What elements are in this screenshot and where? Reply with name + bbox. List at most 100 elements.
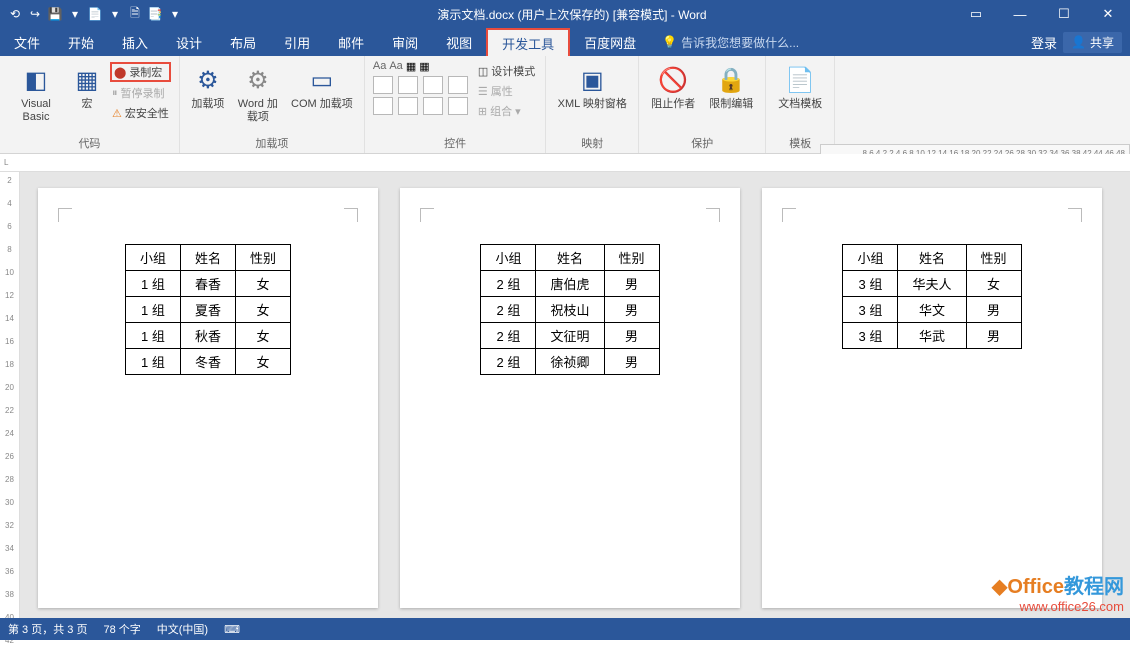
print-icon[interactable]: 📑 xyxy=(146,5,164,23)
xml-mapping-button[interactable]: ▣XML 映射窗格 xyxy=(554,60,630,111)
table-cell[interactable]: 2 组 xyxy=(481,271,536,297)
block-authors-button[interactable]: 🚫阻止作者 xyxy=(647,60,699,111)
tab-视图[interactable]: 视图 xyxy=(432,28,486,56)
table-cell[interactable]: 2 组 xyxy=(481,349,536,375)
share-button[interactable]: 👤共享 xyxy=(1063,32,1122,53)
properties-button[interactable]: ☰属性 xyxy=(476,82,537,100)
tab-插入[interactable]: 插入 xyxy=(108,28,162,56)
table-row[interactable]: 3 组华文男 xyxy=(843,297,1021,323)
table-row[interactable]: 1 组冬香女 xyxy=(125,349,290,375)
table-row[interactable]: 2 组唐伯虎男 xyxy=(481,271,659,297)
tab-文件[interactable]: 文件 xyxy=(0,28,54,56)
com-addins-button[interactable]: ▭COM 加载项 xyxy=(288,60,356,111)
table-cell[interactable]: 3 组 xyxy=(843,271,898,297)
table-cell[interactable]: 华文 xyxy=(898,297,966,323)
table-cell[interactable]: 2 组 xyxy=(481,297,536,323)
table-cell[interactable]: 徐祯卿 xyxy=(536,349,604,375)
qat-dropdown-icon[interactable]: ▾ xyxy=(66,5,84,23)
table-cell[interactable]: 1 组 xyxy=(125,297,180,323)
ime-status[interactable]: ⌨ xyxy=(224,623,240,636)
table-header-cell[interactable]: 小组 xyxy=(481,245,536,271)
tab-设计[interactable]: 设计 xyxy=(162,28,216,56)
addins-button[interactable]: ⚙加载项 xyxy=(188,60,228,111)
table-row[interactable]: 1 组春香女 xyxy=(125,271,290,297)
tab-开始[interactable]: 开始 xyxy=(54,28,108,56)
table-row[interactable]: 1 组秋香女 xyxy=(125,323,290,349)
table-cell[interactable]: 女 xyxy=(236,297,291,323)
table-cell[interactable]: 冬香 xyxy=(180,349,235,375)
data-table-2[interactable]: 小组姓名性别2 组唐伯虎男2 组祝枝山男2 组文征明男2 组徐祯卿男 xyxy=(480,244,659,375)
data-table-1[interactable]: 小组姓名性别1 组春香女1 组夏香女1 组秋香女1 组冬香女 xyxy=(125,244,291,375)
table-header-cell[interactable]: 小组 xyxy=(125,245,180,271)
maximize-button[interactable]: ☐ xyxy=(1042,0,1086,28)
macros-button[interactable]: ▦宏 xyxy=(70,60,104,111)
close-button[interactable]: ✕ xyxy=(1086,0,1130,28)
qat-dropdown3-icon[interactable]: ▾ xyxy=(166,5,184,23)
page-count[interactable]: 第 3 页，共 3 页 xyxy=(8,621,87,637)
table-header-cell[interactable]: 姓名 xyxy=(180,245,235,271)
table-cell[interactable]: 华武 xyxy=(898,323,966,349)
qat-dropdown2-icon[interactable]: ▾ xyxy=(106,5,124,23)
table-cell[interactable]: 男 xyxy=(966,323,1021,349)
table-cell[interactable]: 夏香 xyxy=(180,297,235,323)
table-row[interactable]: 2 组文征明男 xyxy=(481,323,659,349)
table-cell[interactable]: 男 xyxy=(966,297,1021,323)
table-header-cell[interactable]: 性别 xyxy=(604,245,659,271)
table-cell[interactable]: 女 xyxy=(236,271,291,297)
table-row[interactable]: 2 组徐祯卿男 xyxy=(481,349,659,375)
macro-security-button[interactable]: ⚠宏安全性 xyxy=(110,104,171,122)
language-status[interactable]: 中文(中国) xyxy=(157,621,208,637)
table-cell[interactable]: 唐伯虎 xyxy=(536,271,604,297)
undo-icon[interactable]: ⟲ xyxy=(6,5,24,23)
table-cell[interactable]: 1 组 xyxy=(125,349,180,375)
visual-basic-button[interactable]: ◧Visual Basic xyxy=(8,60,64,124)
table-cell[interactable]: 1 组 xyxy=(125,271,180,297)
table-cell[interactable]: 3 组 xyxy=(843,323,898,349)
page-3[interactable]: 小组姓名性别3 组华夫人女3 组华文男3 组华武男 xyxy=(762,188,1102,608)
vertical-ruler[interactable]: 24681012141618202224262830323436384042 xyxy=(0,172,20,622)
redo-icon[interactable]: ↪ xyxy=(26,5,44,23)
word-addins-button[interactable]: ⚙Word 加载项 xyxy=(234,60,282,124)
minimize-button[interactable]: — xyxy=(998,0,1042,28)
table-cell[interactable]: 1 组 xyxy=(125,323,180,349)
tab-审阅[interactable]: 审阅 xyxy=(378,28,432,56)
tab-百度网盘[interactable]: 百度网盘 xyxy=(570,28,650,56)
ribbon-options-icon[interactable]: ▭ xyxy=(954,0,998,28)
table-header-cell[interactable]: 姓名 xyxy=(536,245,604,271)
horizontal-ruler[interactable]: L xyxy=(0,154,1130,172)
tell-me-search[interactable]: 💡 告诉我您想要做什么... xyxy=(662,34,799,51)
tab-开发工具[interactable]: 开发工具 xyxy=(486,28,570,56)
tab-邮件[interactable]: 邮件 xyxy=(324,28,378,56)
table-cell[interactable]: 男 xyxy=(604,297,659,323)
table-cell[interactable]: 男 xyxy=(604,271,659,297)
data-table-3[interactable]: 小组姓名性别3 组华夫人女3 组华文男3 组华武男 xyxy=(842,244,1021,349)
table-row[interactable]: 3 组华夫人女 xyxy=(843,271,1021,297)
table-cell[interactable]: 祝枝山 xyxy=(536,297,604,323)
controls-gallery[interactable] xyxy=(373,76,470,115)
tab-引用[interactable]: 引用 xyxy=(270,28,324,56)
doc-icon[interactable]: 🗎 xyxy=(126,5,144,23)
document-template-button[interactable]: 📄文档模板 xyxy=(774,60,826,111)
table-cell[interactable]: 3 组 xyxy=(843,297,898,323)
table-row[interactable]: 2 组祝枝山男 xyxy=(481,297,659,323)
table-cell[interactable]: 女 xyxy=(236,323,291,349)
table-row[interactable]: 3 组华武男 xyxy=(843,323,1021,349)
save-icon[interactable]: 💾 xyxy=(46,5,64,23)
table-cell[interactable]: 华夫人 xyxy=(898,271,966,297)
group-button[interactable]: ⊞组合▾ xyxy=(476,102,537,120)
table-header-cell[interactable]: 性别 xyxy=(966,245,1021,271)
table-header-cell[interactable]: 性别 xyxy=(236,245,291,271)
record-macro-button[interactable]: ⬤录制宏 xyxy=(110,62,171,82)
tab-布局[interactable]: 布局 xyxy=(216,28,270,56)
page-1[interactable]: 小组姓名性别1 组春香女1 组夏香女1 组秋香女1 组冬香女 xyxy=(38,188,378,608)
restrict-editing-button[interactable]: 🔒限制编辑 xyxy=(705,60,757,111)
table-row[interactable]: 1 组夏香女 xyxy=(125,297,290,323)
table-header-cell[interactable]: 姓名 xyxy=(898,245,966,271)
table-header-cell[interactable]: 小组 xyxy=(843,245,898,271)
pause-recording-button[interactable]: ⏸暂停录制 xyxy=(110,84,171,102)
new-doc-icon[interactable]: 📄 xyxy=(86,5,104,23)
table-cell[interactable]: 女 xyxy=(236,349,291,375)
table-cell[interactable]: 男 xyxy=(604,323,659,349)
table-cell[interactable]: 男 xyxy=(604,349,659,375)
table-cell[interactable]: 春香 xyxy=(180,271,235,297)
